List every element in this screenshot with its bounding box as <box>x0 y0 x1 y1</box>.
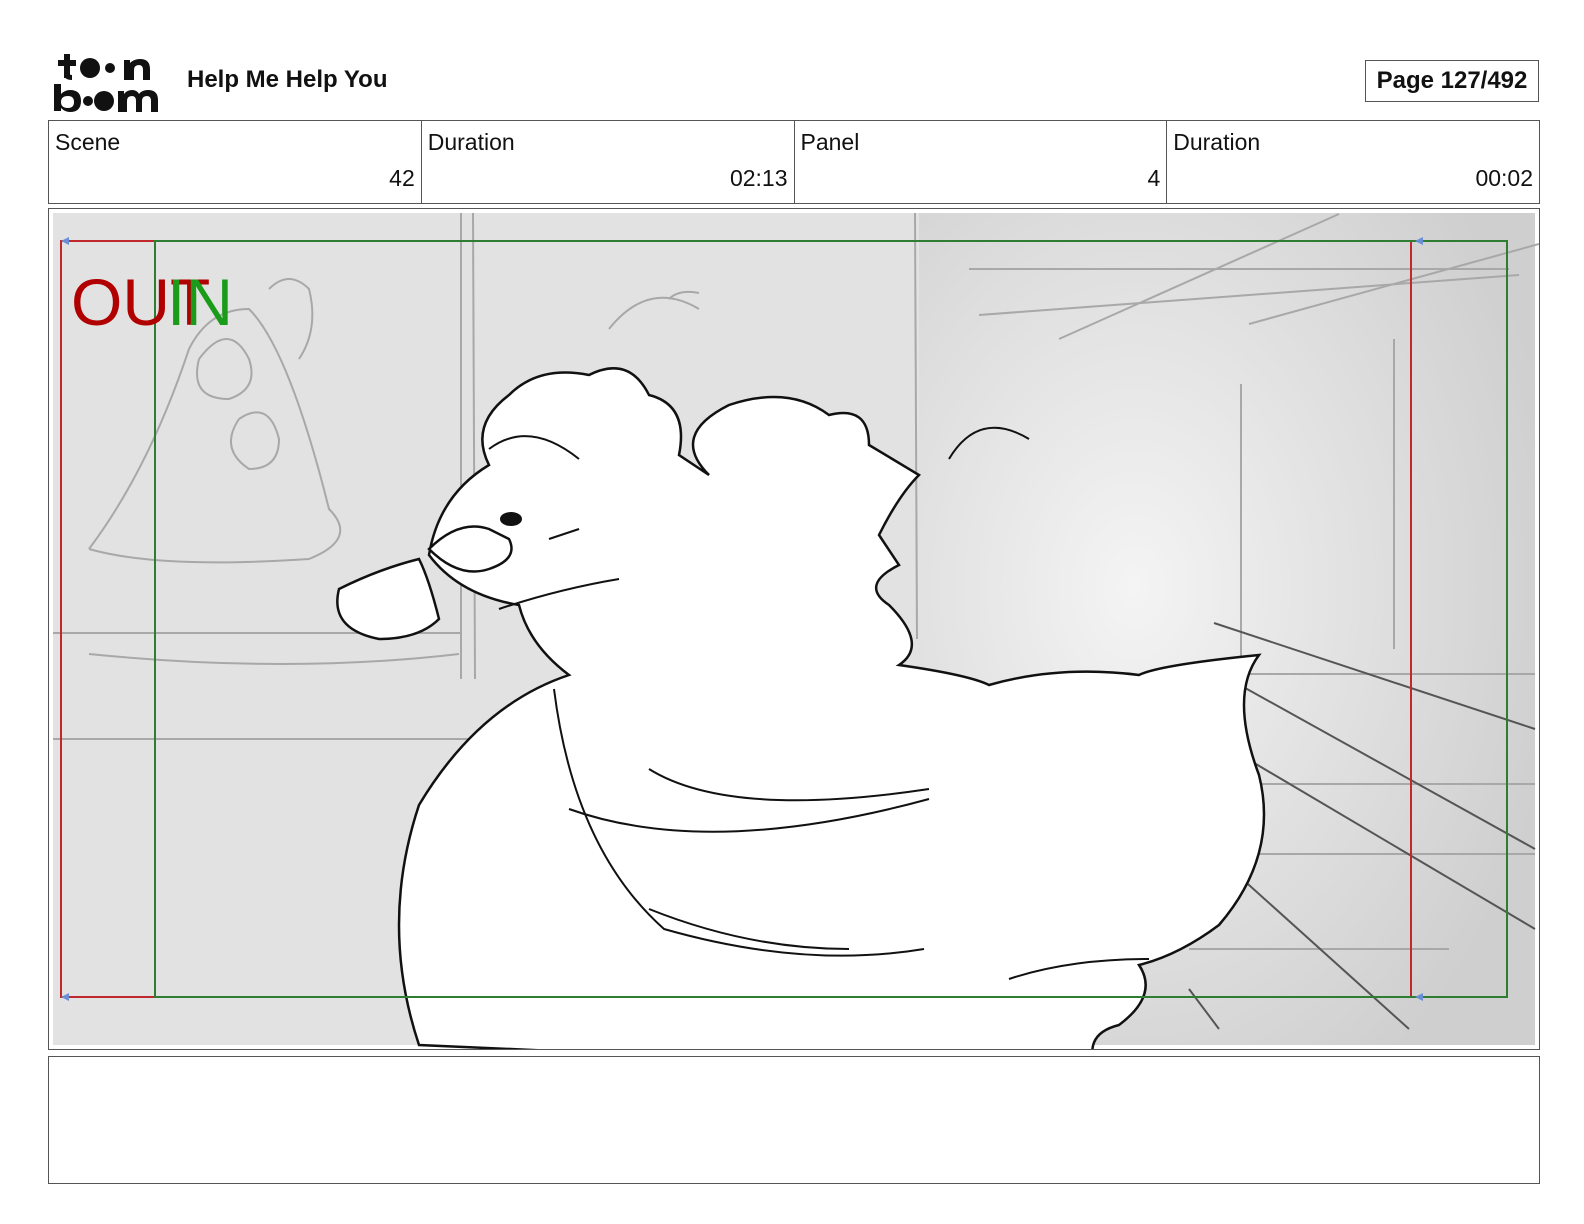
scene-value: 42 <box>389 165 415 191</box>
storyboard-drawing: OUT IN <box>53 212 1539 1049</box>
scene-label: Scene <box>55 129 121 155</box>
panel-duration-value: 00:02 <box>1475 165 1533 191</box>
panel-cell: Panel 4 <box>795 121 1168 203</box>
panel-label: Panel <box>800 129 860 155</box>
page-number: Page 127/492 <box>1365 60 1539 102</box>
scene-duration-value: 02:13 <box>729 165 788 191</box>
toon-boom-logo <box>54 54 158 112</box>
scene-duration-label: Duration <box>427 129 515 155</box>
project-title: Help Me Help You <box>187 66 388 93</box>
panel-duration-cell: Duration 00:02 <box>1167 121 1539 203</box>
storyboard-panel-frame: OUT IN <box>48 208 1540 1050</box>
in-label: IN <box>167 265 233 339</box>
scene-info-table: Scene 42 Duration 02:13 Panel 4 Duration… <box>48 120 1540 204</box>
scene-cell: Scene 42 <box>49 121 422 203</box>
panel-value: 4 <box>1147 165 1161 191</box>
panel-duration-label: Duration <box>1173 129 1261 155</box>
panel-notes-box[interactable] <box>48 1056 1540 1184</box>
scene-duration-cell: Duration 02:13 <box>422 121 795 203</box>
